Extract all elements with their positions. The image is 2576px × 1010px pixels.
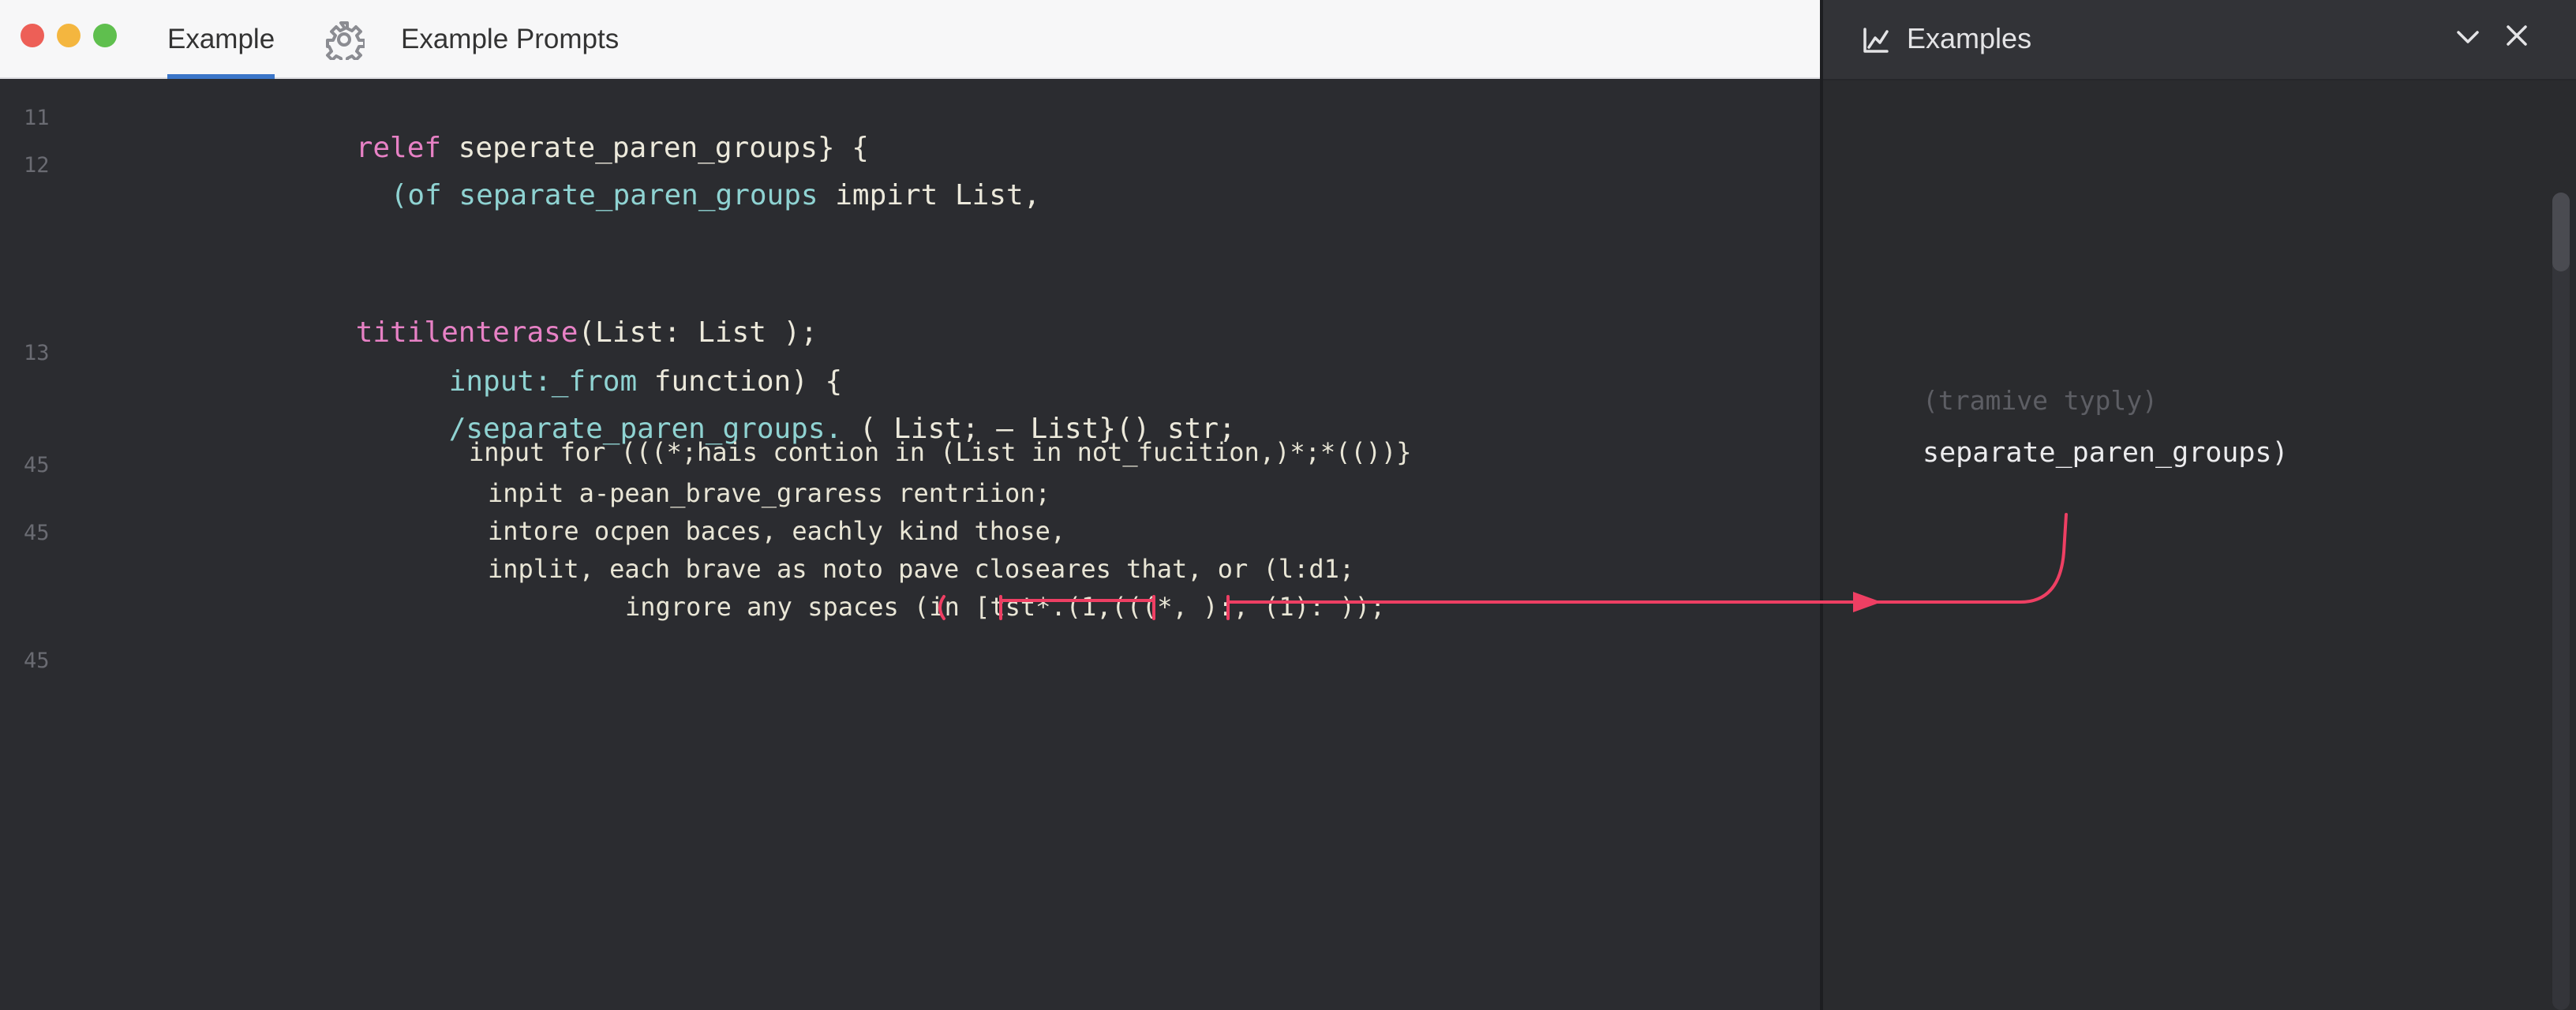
tab-example-prompts-label: Example Prompts	[401, 24, 620, 54]
code-identifier: separate_paren_groups	[441, 179, 818, 211]
example-result[interactable]: separate_paren_groups)	[1923, 437, 2289, 469]
code-line: (of separate_paren_groups impirt List,	[322, 147, 1041, 244]
close-window-button[interactable]	[21, 24, 44, 47]
examples-panel: Examples (tramive typly) separate_paren_…	[1820, 0, 2576, 1010]
line-number: 12	[24, 153, 50, 178]
scrollbar-track[interactable]	[2552, 193, 2570, 1010]
line-number: 45	[24, 649, 50, 673]
chevron-down-icon[interactable]	[2454, 24, 2481, 50]
code-line: inpit a-pean_brave_graress rentriion;	[488, 478, 1050, 508]
chart-icon	[1863, 28, 1889, 53]
code-line: input for (((*;hais contion in (List in …	[469, 437, 1412, 467]
line-number: 45	[24, 453, 50, 477]
panel-header: Examples	[1823, 0, 2576, 80]
panel-title: Examples	[1907, 22, 2032, 54]
code-text: impirt List,	[818, 179, 1041, 211]
maximize-window-button[interactable]	[93, 24, 117, 47]
line-number: 13	[24, 341, 50, 365]
scrollbar-thumb[interactable]	[2552, 193, 2570, 271]
gear-icon[interactable]	[324, 19, 365, 60]
code-line: intore ocpen baces, eachly kind those,	[488, 516, 1066, 546]
code-editor[interactable]: 11 12 13 45 45 45 relef seperate_paren_g…	[0, 79, 1820, 1010]
tab-example-prompts[interactable]: Example Prompts	[401, 0, 619, 79]
example-hint: (tramive typly)	[1923, 385, 2159, 416]
tab-example[interactable]: Example	[167, 0, 275, 79]
close-icon[interactable]	[2503, 22, 2530, 49]
code-line: ingrore any spaces (in [tst*.(1,(((*, ):…	[625, 592, 1386, 622]
minimize-window-button[interactable]	[57, 24, 80, 47]
title-bar: Example Example Prompts	[0, 0, 1820, 79]
line-number: 11	[24, 106, 50, 130]
code-line: inplit, each brave as noto pave closeare…	[488, 554, 1355, 584]
line-number: 45	[24, 521, 50, 545]
code-keyword: (of	[390, 179, 442, 211]
tab-example-label: Example	[167, 24, 275, 54]
